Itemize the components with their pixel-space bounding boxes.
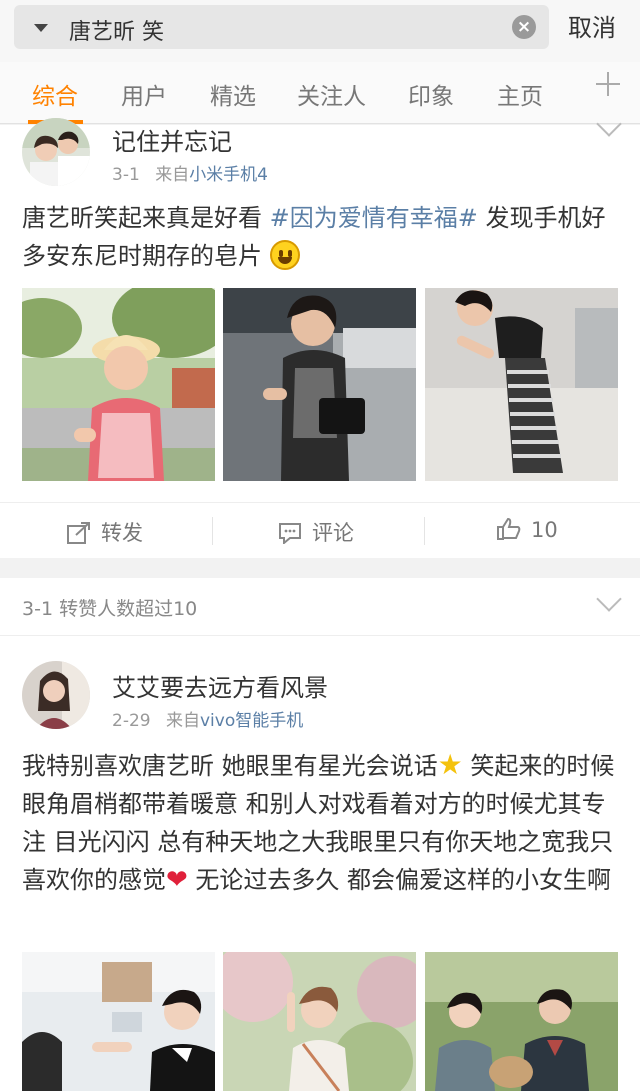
action-divider [212,517,213,545]
red-heart-icon: ❤ [166,865,188,895]
post-meta: 3-1 来自小米手机4 [112,160,268,185]
post-text: 唐艺昕笑起来真是好看 #因为爱情有幸福# 发现手机好多安东尼时期存的皂片 [22,199,622,275]
like-button[interactable]: 10 [497,517,558,542]
tab-following[interactable]: 关注人 [297,77,366,111]
post-image[interactable] [22,288,215,481]
post-source[interactable]: 小米手机4 [189,165,268,185]
repost-label: 转发 [101,521,143,545]
avatar[interactable] [22,118,90,186]
comment-label: 评论 [312,521,354,545]
tab-users[interactable]: 用户 [121,77,167,111]
like-count: 10 [531,518,558,542]
tab-featured[interactable]: 精选 [210,77,256,111]
search-query-text[interactable]: 唐艺昕 笑 [69,14,164,46]
comment-icon [279,523,301,544]
search-input[interactable]: 唐艺昕 笑 × [14,5,549,49]
dropdown-caret-icon[interactable] [34,24,48,32]
avatar[interactable] [22,661,90,729]
search-tabs: 综合 用户 精选 关注人 印象 主页 [0,62,640,124]
repost-summary: 3-1 转赞人数超过10 [22,598,198,620]
search-bar: 唐艺昕 笑 × 取消 [0,0,640,62]
post-text: 我特别喜欢唐艺昕 她眼里有星光会说话★ 笑起来的时候眼角眉梢都带着暖意 和别人对… [22,746,622,899]
post-text-part: 我特别喜欢唐艺昕 她眼里有星光会说话 [22,752,438,780]
post-card: 记住并忘记 3-1 来自小米手机4 唐艺昕笑起来真是好看 #因为爱情有幸福# 发… [0,111,640,558]
post-username[interactable]: 艾艾要去远方看风景 [112,668,328,703]
popular-repost-header[interactable]: 3-1 转赞人数超过10 [0,578,640,636]
source-prefix: 来自 [155,165,190,185]
tab-comprehensive[interactable]: 综合 [32,77,78,111]
tab-impression[interactable]: 印象 [408,77,454,111]
tab-homepage[interactable]: 主页 [497,77,543,111]
post-image[interactable] [425,952,618,1091]
post-image[interactable] [223,288,416,481]
repost-icon [67,522,90,544]
comment-button[interactable]: 评论 [278,517,354,547]
chevron-down-icon[interactable] [596,586,622,612]
grinning-face-icon [269,240,300,270]
glowing-star-icon: ★ [437,748,463,781]
post-image[interactable] [223,952,416,1091]
post-image[interactable] [22,952,215,1091]
post-image[interactable] [425,288,618,481]
cancel-button[interactable]: 取消 [568,8,616,43]
clear-search-icon[interactable]: × [512,15,536,39]
post-username[interactable]: 记住并忘记 [112,122,232,157]
post-actions: 转发 评论 10 [0,502,640,558]
thumbs-up-icon [497,517,521,540]
post-card: 3-1 转赞人数超过10 艾艾要去远方看风景 2-29 来自vivo智能手机 我… [0,578,640,1091]
post-text-part: 唐艺昕笑起来真是好看 [22,204,270,232]
post-meta: 2-29 来自vivo智能手机 [112,706,303,731]
hashtag-link[interactable]: #因为爱情有幸福# [270,204,478,232]
post-text-part: 无论过去多久 都会偏爱这样的小女生啊 [187,866,612,894]
post-source[interactable]: vivo智能手机 [200,711,303,731]
post-date: 3-1 [112,165,140,185]
source-prefix: 来自 [166,711,200,731]
action-divider [424,517,425,545]
post-date: 2-29 [112,711,151,731]
repost-button[interactable]: 转发 [67,517,143,547]
